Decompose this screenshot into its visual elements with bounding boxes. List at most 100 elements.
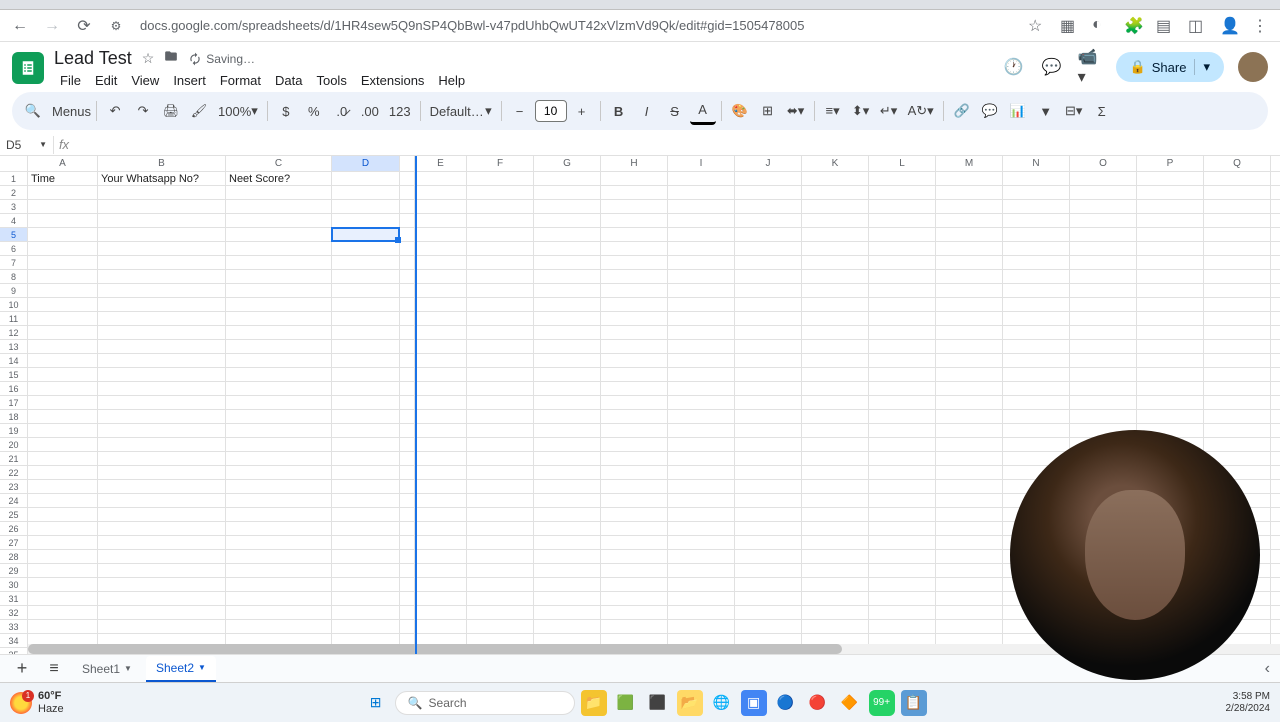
cell[interactable] <box>1204 186 1271 199</box>
col-header-J[interactable]: J <box>735 156 802 171</box>
wrap-icon[interactable]: ↵▾ <box>876 97 902 125</box>
cell[interactable] <box>226 326 332 339</box>
menu-edit[interactable]: Edit <box>89 71 123 90</box>
kebab-menu-icon[interactable]: ⋮ <box>1252 16 1272 36</box>
cell[interactable] <box>534 494 601 507</box>
col-header-A[interactable]: A <box>28 156 98 171</box>
taskbar-app-5[interactable]: ▣ <box>741 690 767 716</box>
cell[interactable] <box>467 508 534 521</box>
cell[interactable] <box>601 564 668 577</box>
row-header[interactable]: 16 <box>0 382 28 395</box>
cell[interactable] <box>668 578 735 591</box>
cell[interactable] <box>415 578 467 591</box>
cell[interactable] <box>936 312 1003 325</box>
cell[interactable] <box>400 620 415 633</box>
extension-icon[interactable]: ▦ <box>1060 16 1080 36</box>
cell[interactable] <box>869 508 936 521</box>
row-header[interactable]: 32 <box>0 606 28 619</box>
cell[interactable] <box>415 382 467 395</box>
cell[interactable] <box>601 382 668 395</box>
cell[interactable] <box>415 172 467 185</box>
row-header[interactable]: 10 <box>0 298 28 311</box>
cell[interactable] <box>400 312 415 325</box>
cell[interactable] <box>936 410 1003 423</box>
cell[interactable] <box>735 480 802 493</box>
redo-icon[interactable]: ↷ <box>130 97 156 125</box>
cell[interactable] <box>735 606 802 619</box>
row-header[interactable]: 30 <box>0 578 28 591</box>
cell[interactable] <box>936 368 1003 381</box>
cell[interactable] <box>415 494 467 507</box>
cell[interactable] <box>28 606 98 619</box>
row-header[interactable]: 23 <box>0 480 28 493</box>
cell[interactable] <box>467 438 534 451</box>
row-header[interactable]: 14 <box>0 354 28 367</box>
cell[interactable] <box>668 438 735 451</box>
menu-view[interactable]: View <box>125 71 165 90</box>
cell[interactable] <box>467 270 534 283</box>
cell[interactable] <box>28 522 98 535</box>
cell[interactable] <box>601 508 668 521</box>
cell[interactable] <box>1003 368 1070 381</box>
cell[interactable] <box>869 592 936 605</box>
cell[interactable] <box>735 172 802 185</box>
cell[interactable] <box>601 606 668 619</box>
taskbar-whatsapp[interactable]: 99+ <box>869 690 895 716</box>
cell[interactable] <box>400 382 415 395</box>
col-header-Q[interactable]: Q <box>1204 156 1271 171</box>
valign-icon[interactable]: ⬍▾ <box>848 97 874 125</box>
cell[interactable] <box>534 536 601 549</box>
cell[interactable] <box>1204 368 1271 381</box>
cell[interactable] <box>802 382 869 395</box>
cell[interactable] <box>735 340 802 353</box>
url-text[interactable]: docs.google.com/spreadsheets/d/1HR4sew5Q… <box>136 18 1020 33</box>
cell[interactable] <box>668 186 735 199</box>
cell[interactable] <box>1137 256 1204 269</box>
cell[interactable] <box>936 242 1003 255</box>
cell[interactable] <box>467 200 534 213</box>
cell[interactable] <box>735 298 802 311</box>
cell[interactable] <box>1003 284 1070 297</box>
cell[interactable] <box>869 620 936 633</box>
cell[interactable] <box>400 396 415 409</box>
cell[interactable] <box>226 550 332 563</box>
row-header[interactable]: 4 <box>0 214 28 227</box>
cell[interactable] <box>534 578 601 591</box>
cell[interactable] <box>1003 256 1070 269</box>
cell[interactable] <box>400 536 415 549</box>
taskbar-edge[interactable]: 🌐 <box>709 690 735 716</box>
cell[interactable] <box>936 354 1003 367</box>
cell[interactable] <box>735 536 802 549</box>
cell[interactable] <box>1204 410 1271 423</box>
cell[interactable] <box>1137 284 1204 297</box>
insert-comment-icon[interactable]: 💬 <box>977 97 1003 125</box>
cell[interactable] <box>332 480 400 493</box>
cell[interactable] <box>28 200 98 213</box>
cell[interactable] <box>869 186 936 199</box>
cell[interactable] <box>332 340 400 353</box>
cell[interactable] <box>936 228 1003 241</box>
cell[interactable] <box>936 172 1003 185</box>
cell[interactable] <box>467 354 534 367</box>
cell[interactable] <box>415 270 467 283</box>
select-all-corner[interactable] <box>0 156 28 171</box>
cell[interactable] <box>1204 214 1271 227</box>
row-header[interactable]: 29 <box>0 564 28 577</box>
print-icon[interactable]: 🖨 <box>158 97 184 125</box>
cell[interactable] <box>601 550 668 563</box>
cell[interactable] <box>735 410 802 423</box>
cell[interactable] <box>1137 368 1204 381</box>
cell[interactable] <box>1070 298 1137 311</box>
cell[interactable] <box>28 214 98 227</box>
cell[interactable] <box>869 172 936 185</box>
cell[interactable] <box>415 298 467 311</box>
col-header-F[interactable]: F <box>467 156 534 171</box>
cell[interactable] <box>98 550 226 563</box>
cell[interactable] <box>226 452 332 465</box>
cell[interactable] <box>668 270 735 283</box>
row-header[interactable]: 5 <box>0 228 28 241</box>
cell[interactable] <box>668 172 735 185</box>
cell[interactable] <box>467 424 534 437</box>
cell[interactable] <box>226 494 332 507</box>
taskbar-app-4[interactable]: 📂 <box>677 690 703 716</box>
